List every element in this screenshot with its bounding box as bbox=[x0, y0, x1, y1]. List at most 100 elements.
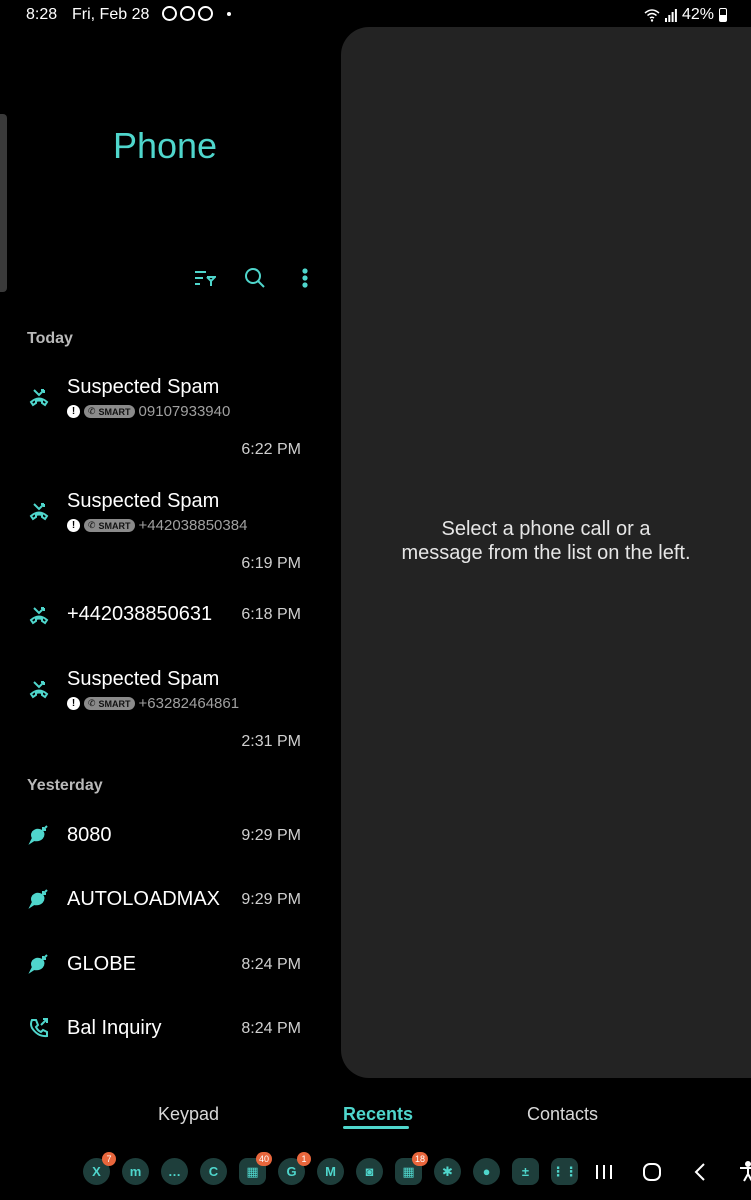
phone-app-icon[interactable]: C bbox=[200, 1158, 227, 1185]
folder-2-glyph: ▦ bbox=[402, 1163, 415, 1179]
bixby-glyph: ✱ bbox=[442, 1163, 453, 1179]
call-log-item[interactable]: GLOBE 8:24 PM bbox=[0, 947, 330, 983]
caller-name: AUTOLOADMAX bbox=[67, 888, 220, 910]
folder-glyph: ▦ bbox=[246, 1163, 259, 1179]
tab-keypad[interactable]: Keypad bbox=[158, 1104, 219, 1125]
call-log-item[interactable]: Suspected Spam ! ✆ SMART +63282464861 2:3… bbox=[0, 664, 330, 762]
caller-name: Suspected Spam bbox=[67, 668, 220, 690]
status-right: 42% bbox=[644, 6, 727, 24]
x-app-icon[interactable]: X7 bbox=[83, 1152, 116, 1185]
section-header-yesterday: Yesterday bbox=[27, 777, 103, 794]
caller-name: Suspected Spam bbox=[67, 490, 220, 512]
call-time: 9:29 PM bbox=[241, 891, 301, 908]
smart-badge-label: SMART bbox=[98, 698, 131, 709]
x-glyph: X bbox=[92, 1164, 101, 1179]
app-folder-icon[interactable]: ▦ 40 bbox=[239, 1152, 272, 1185]
google-badge: 1 bbox=[297, 1152, 311, 1166]
caller-number: 09107933940 bbox=[138, 403, 231, 420]
app-dock: X7 m … C ▦ 40 G1 M ◙ ▦ 18 ✱ ● ± ⋮⋮ bbox=[83, 1152, 578, 1185]
status-time: 8:28 bbox=[26, 6, 58, 23]
call-log-item[interactable]: Suspected Spam ! ✆ SMART +442038850384 6:… bbox=[0, 486, 330, 584]
call-log-item[interactable]: Bal Inquiry 8:24 PM bbox=[0, 1011, 330, 1047]
recent-apps-button[interactable] bbox=[592, 1160, 616, 1184]
home-icon bbox=[643, 1163, 661, 1181]
smart-badge-label: SMART bbox=[98, 406, 131, 417]
page-title: Phone bbox=[112, 125, 218, 166]
spam-warning-icon: ! bbox=[67, 519, 80, 532]
missed-call-icon bbox=[28, 678, 50, 700]
call-log-item[interactable]: AUTOLOADMAX 9:29 PM bbox=[0, 882, 330, 918]
caller-name: +442038850631 bbox=[67, 603, 213, 625]
app-folder-2-icon[interactable]: ▦ 18 bbox=[395, 1152, 428, 1185]
call-time: 8:24 PM bbox=[241, 1020, 301, 1037]
call-time: 2:31 PM bbox=[241, 733, 301, 750]
viber-notification-icon bbox=[180, 6, 195, 21]
home-button[interactable] bbox=[640, 1160, 664, 1184]
caller-number: +63282464861 bbox=[138, 695, 240, 712]
caller-details: ! ✆ SMART +63282464861 bbox=[67, 695, 239, 712]
battery-icon bbox=[719, 8, 727, 22]
detail-pane: Select a phone call or a message from th… bbox=[341, 27, 751, 1078]
smart-call-badge: ✆ SMART bbox=[84, 519, 135, 532]
section-header-today: Today bbox=[27, 330, 73, 347]
missed-call-icon bbox=[28, 500, 50, 522]
spam-warning-icon: ! bbox=[67, 405, 80, 418]
caller-details: ! ✆ SMART 09107933940 bbox=[67, 403, 230, 420]
gmail-app-icon[interactable]: M bbox=[317, 1158, 344, 1185]
app-drawer-icon[interactable]: ⋮⋮ bbox=[551, 1158, 578, 1185]
more-options-button[interactable] bbox=[290, 264, 320, 292]
call-time: 6:19 PM bbox=[241, 555, 301, 572]
call-time: 6:22 PM bbox=[241, 441, 301, 458]
smart-call-badge: ✆ SMART bbox=[84, 697, 135, 710]
battery-percent: 42% bbox=[681, 6, 714, 23]
badge-phone-icon: ✆ bbox=[88, 520, 96, 530]
tiktok-notification-icon bbox=[198, 6, 213, 21]
caller-details: ! ✆ SMART +442038850384 bbox=[67, 517, 247, 534]
assistant-glyph: ● bbox=[482, 1164, 491, 1179]
list-toolbar bbox=[190, 264, 320, 292]
camera-app-icon[interactable]: ◙ bbox=[356, 1158, 383, 1185]
smart-call-badge: ✆ SMART bbox=[84, 405, 135, 418]
tab-recents[interactable]: Recents bbox=[343, 1104, 413, 1125]
call-log-item[interactable]: 8080 9:29 PM bbox=[0, 818, 330, 854]
back-icon bbox=[694, 1163, 705, 1181]
google-glyph: G bbox=[286, 1164, 297, 1179]
messages-app-icon[interactable]: … bbox=[161, 1158, 188, 1185]
call-log-item[interactable]: +442038850631 6:18 PM bbox=[0, 598, 330, 636]
search-icon bbox=[245, 268, 265, 288]
phone-glyph: C bbox=[208, 1164, 219, 1179]
filter-icon bbox=[195, 271, 216, 286]
filter-button[interactable] bbox=[190, 264, 220, 292]
assistant-app-icon[interactable]: ● bbox=[473, 1158, 500, 1185]
messages-glyph: … bbox=[168, 1164, 181, 1179]
caller-name: Bal Inquiry bbox=[67, 1017, 162, 1039]
outgoing-call-icon bbox=[28, 1017, 50, 1039]
app-drawer-glyph: ⋮⋮ bbox=[551, 1163, 578, 1179]
spam-warning-icon: ! bbox=[67, 697, 80, 710]
caller-name: 8080 bbox=[67, 824, 112, 846]
navigation-bar bbox=[592, 1160, 751, 1184]
bixby-app-icon[interactable]: ✱ bbox=[434, 1158, 461, 1185]
missed-call-icon bbox=[28, 386, 50, 408]
recent-apps-icon bbox=[596, 1165, 612, 1179]
message-received-icon bbox=[28, 953, 50, 975]
chrome-notification-icon bbox=[162, 6, 177, 21]
more-icon bbox=[302, 268, 308, 288]
tab-contacts[interactable]: Contacts bbox=[527, 1104, 598, 1125]
x-badge: 7 bbox=[102, 1152, 116, 1166]
search-button[interactable] bbox=[240, 264, 270, 292]
caller-name: Suspected Spam bbox=[67, 376, 220, 398]
wifi-icon bbox=[644, 9, 660, 22]
messenger-app-icon[interactable]: m bbox=[122, 1158, 149, 1185]
call-time: 6:18 PM bbox=[241, 606, 301, 623]
detail-empty-message: Select a phone call or a message from th… bbox=[401, 518, 691, 564]
call-log-item[interactable]: Suspected Spam ! ✆ SMART 09107933940 6:22… bbox=[0, 372, 330, 470]
active-tab-indicator bbox=[343, 1126, 409, 1129]
accessibility-button[interactable] bbox=[736, 1160, 751, 1184]
signal-icon bbox=[664, 9, 677, 22]
back-button[interactable] bbox=[688, 1160, 712, 1184]
google-app-icon[interactable]: G1 bbox=[278, 1152, 311, 1185]
smart-badge-label: SMART bbox=[98, 520, 131, 531]
calculator-app-icon[interactable]: ± bbox=[512, 1158, 539, 1185]
status-bar: 8:28 Fri, Feb 28 42% bbox=[0, 0, 751, 30]
